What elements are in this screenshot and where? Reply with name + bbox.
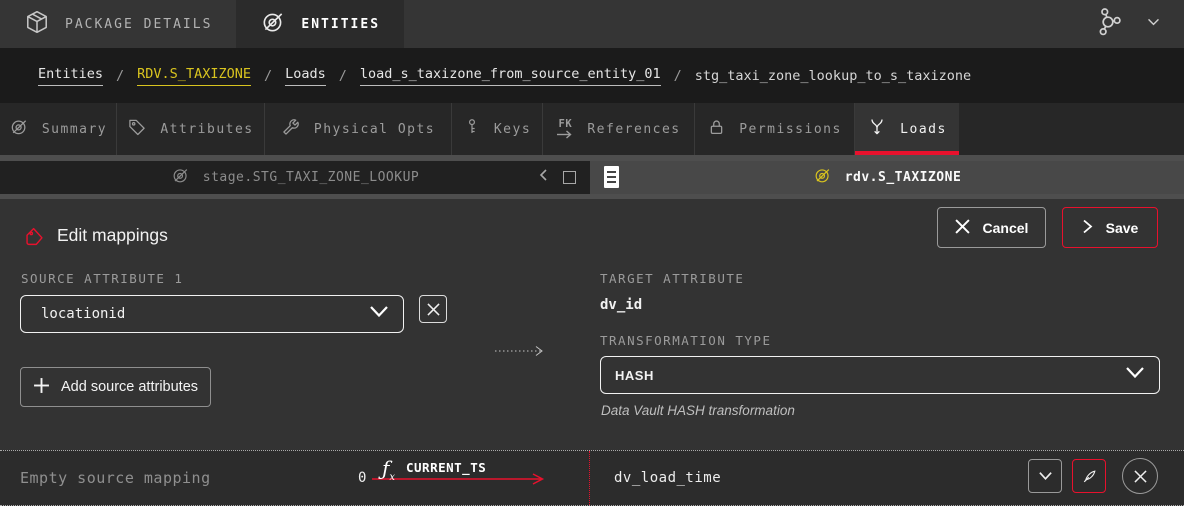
page-title: Edit mappings	[57, 225, 168, 246]
breadcrumb-separator: /	[116, 68, 124, 84]
tag-icon	[24, 226, 45, 252]
transformation-type-label: TRANSFORMATION TYPE	[600, 333, 772, 348]
function-name: CURRENT_TS	[406, 460, 486, 475]
tab-label: ENTITIES	[301, 17, 380, 32]
tab-package-details[interactable]: PACKAGE DETAILS	[0, 0, 236, 48]
entity-tab-bar: Summary Attributes Physical Opts	[0, 103, 1184, 155]
tab-label: PACKAGE DETAILS	[65, 17, 212, 32]
tab-keys[interactable]: Keys	[452, 103, 543, 155]
edit-button[interactable]	[1072, 459, 1106, 493]
transformation-type-value: HASH	[601, 368, 654, 383]
key-icon	[463, 117, 481, 142]
breadcrumb-separator: /	[264, 68, 272, 84]
source-entity-header[interactable]: stage.STG_TAXI_ZONE_LOOKUP	[0, 161, 590, 194]
tab-references[interactable]: FK References	[543, 103, 695, 155]
transformation-hint: Data Vault HASH transformation	[601, 403, 795, 418]
tab-physical-opts[interactable]: Physical Opts	[265, 103, 452, 155]
function-icon: ƒx	[382, 458, 395, 483]
tab-label: Loads	[900, 122, 947, 137]
entity-icon	[813, 166, 832, 190]
wrench-icon	[281, 117, 301, 142]
chevron-down-icon	[1125, 366, 1145, 384]
add-source-attributes-label: Add source attributes	[61, 379, 198, 395]
entity-icon	[9, 117, 29, 142]
checkbox-icon[interactable]	[563, 171, 576, 184]
breadcrumb-separator: /	[674, 68, 682, 84]
source-attribute-select[interactable]: locationid	[20, 295, 404, 333]
breadcrumb-current: stg_taxi_zone_lookup_to_s_taxizone	[695, 68, 971, 84]
lock-icon	[707, 117, 726, 142]
mapping-editor: Edit mappings Cancel Save SOURCE ATTRIBU…	[0, 199, 1184, 450]
tab-entities[interactable]: ENTITIES	[236, 0, 404, 48]
entity-header-row: stage.STG_TAXI_ZONE_LOOKUP rdv.S_TAXIZON…	[0, 161, 1184, 194]
entity-icon	[260, 9, 286, 40]
tab-label: Attributes	[160, 122, 253, 137]
save-label: Save	[1106, 220, 1139, 236]
tab-label: Summary	[42, 122, 107, 137]
empty-mapping-source: Empty source mapping 0 ƒx CURRENT_TS	[0, 451, 590, 505]
cancel-button[interactable]: Cancel	[937, 207, 1046, 248]
remove-source-attribute-button[interactable]	[419, 295, 447, 323]
source-attribute-value: locationid	[21, 306, 125, 322]
source-count: 0	[358, 470, 366, 486]
source-entity-name: stage.STG_TAXI_ZONE_LOOKUP	[203, 170, 420, 185]
breadcrumb: Entities / RDV.S_TAXIZONE / Loads / load…	[0, 48, 1184, 103]
expand-button[interactable]	[1028, 459, 1062, 493]
tab-attributes[interactable]: Attributes	[117, 103, 265, 155]
foreign-key-icon: FK	[556, 119, 574, 139]
add-source-attributes-button[interactable]: Add source attributes	[20, 367, 211, 407]
delete-button[interactable]	[1122, 458, 1158, 494]
target-attribute-value: dv_id	[600, 297, 642, 313]
tab-label: Physical Opts	[314, 122, 435, 137]
chevron-right-icon	[1082, 219, 1093, 237]
breadcrumb-load[interactable]: load_s_taxizone_from_source_entity_01	[360, 66, 661, 86]
empty-source-mapping-label: Empty source mapping	[20, 469, 211, 487]
empty-mapping-target[interactable]: dv_load_time	[590, 451, 1184, 505]
cancel-label: Cancel	[983, 220, 1029, 236]
target-attribute-name: dv_load_time	[590, 470, 721, 486]
tab-permissions[interactable]: Permissions	[695, 103, 855, 155]
chevron-down-icon	[369, 305, 389, 323]
empty-mapping-row: Empty source mapping 0 ƒx CURRENT_TS dv_…	[0, 450, 1184, 506]
tab-label: Permissions	[739, 122, 842, 137]
tag-icon	[127, 117, 147, 142]
chevron-left-icon[interactable]	[538, 168, 550, 187]
breadcrumb-separator: /	[339, 68, 347, 84]
tab-label: References	[587, 122, 680, 137]
connections-icon[interactable]	[1093, 7, 1123, 42]
top-bar: PACKAGE DETAILS ENTITIES	[0, 0, 1184, 48]
loads-merge-icon	[867, 117, 887, 142]
function-arrow: ƒx CURRENT_TS	[372, 471, 550, 487]
chevron-down-icon[interactable]	[1145, 13, 1162, 35]
target-entity-name: rdv.S_TAXIZONE	[845, 170, 962, 185]
tab-loads[interactable]: Loads	[855, 103, 959, 155]
source-attribute-label: SOURCE ATTRIBUTE 1	[21, 271, 183, 286]
close-icon	[955, 219, 970, 237]
app-window: PACKAGE DETAILS ENTITIES Entities	[0, 0, 1184, 506]
target-attribute-label: TARGET ATTRIBUTE	[600, 271, 744, 286]
breadcrumb-loads[interactable]: Loads	[285, 66, 326, 86]
breadcrumb-entities[interactable]: Entities	[38, 66, 103, 86]
list-icon[interactable]	[603, 165, 620, 189]
plus-icon	[33, 377, 50, 398]
package-icon	[24, 9, 50, 40]
target-entity-header[interactable]: rdv.S_TAXIZONE	[590, 161, 1184, 194]
tab-label: Keys	[494, 122, 531, 137]
mapping-arrow-icon	[494, 345, 550, 357]
breadcrumb-entity[interactable]: RDV.S_TAXIZONE	[137, 66, 251, 86]
tab-summary[interactable]: Summary	[0, 103, 117, 155]
entity-icon	[171, 166, 190, 190]
transformation-type-select[interactable]: HASH	[600, 356, 1160, 394]
save-button[interactable]: Save	[1062, 207, 1158, 248]
